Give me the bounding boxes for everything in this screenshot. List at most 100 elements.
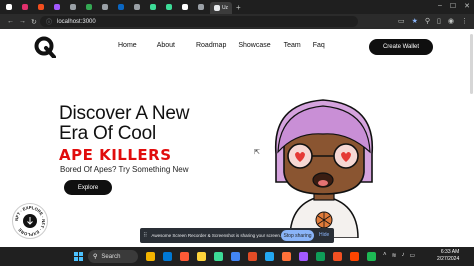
- address-bar: ← → ↻ ⓘ localhost:3000 ▭ ★ ⚲ ▯ ◉ ⋮: [0, 14, 474, 29]
- browser-tab[interactable]: [162, 2, 176, 12]
- hero-title: Discover A New Era Of Cool: [59, 104, 249, 144]
- site-logo[interactable]: [34, 36, 56, 58]
- active-tab[interactable]: Uz: [210, 2, 232, 14]
- browser-tab[interactable]: [82, 2, 96, 12]
- share-message: Awesome Screen Recorder & Screenshot is …: [151, 233, 282, 238]
- create-wallet-button[interactable]: Create Wallet: [369, 39, 433, 55]
- site-info-icon[interactable]: ⓘ: [46, 17, 52, 26]
- cast-icon[interactable]: ▭: [398, 17, 405, 25]
- browser-tab[interactable]: [66, 2, 80, 12]
- page-scrollbar[interactable]: [470, 34, 473, 94]
- battery-icon[interactable]: ▭: [410, 252, 416, 259]
- figma-icon: [54, 4, 60, 10]
- taskbar-app-icon[interactable]: [180, 252, 189, 261]
- taskbar-app-icon[interactable]: [163, 252, 172, 261]
- ape-character-illustration: [274, 99, 374, 238]
- chevron-up-icon[interactable]: ˄: [383, 252, 387, 259]
- bookmark-star-icon[interactable]: ★: [412, 17, 418, 25]
- taskbar-app-icon[interactable]: [299, 252, 308, 261]
- explore-button[interactable]: Explore: [64, 180, 112, 195]
- browser-tab[interactable]: [2, 2, 16, 12]
- system-tray: ˄ ≋ ♪ ▭: [383, 252, 415, 259]
- diamond-icon: [166, 4, 172, 10]
- nav-team[interactable]: Team: [284, 42, 301, 49]
- minimize-icon[interactable]: –: [438, 2, 442, 10]
- clock-date: 2/27/2024: [437, 256, 460, 262]
- drag-handle-icon[interactable]: ⠿: [143, 232, 147, 239]
- tab-favicon-icon: [213, 5, 220, 11]
- page-icon: [86, 4, 92, 10]
- nav-home[interactable]: Home: [118, 42, 137, 49]
- menu-icon[interactable]: ⋮: [461, 17, 468, 25]
- windows-taskbar: ⚲ Search ˄ ≋ ♪ ▭ 6:33 AM 2/27/2024: [0, 247, 474, 266]
- browser-tab[interactable]: [50, 2, 64, 12]
- browser-tab[interactable]: [178, 2, 192, 12]
- taskbar-app-icon[interactable]: [248, 252, 257, 261]
- taskbar-search[interactable]: ⚲ Search: [88, 250, 138, 263]
- stop-sharing-button[interactable]: Stop sharing: [281, 230, 314, 241]
- browser-tab[interactable]: [114, 2, 128, 12]
- browser-tab[interactable]: [34, 2, 48, 12]
- hero-accent-text: APE KILLERS: [59, 146, 172, 164]
- url-field[interactable]: ⓘ localhost:3000: [40, 16, 358, 27]
- taskbar-apps: [146, 252, 376, 261]
- nav-about[interactable]: About: [157, 42, 175, 49]
- rotating-badge[interactable]: NFT · EXPLORE · NFT · EXPLORE: [12, 203, 48, 239]
- browser-tab[interactable]: [130, 2, 144, 12]
- browser-tab[interactable]: [18, 2, 32, 12]
- diamond-icon: [150, 4, 156, 10]
- search-icon: ⚲: [93, 254, 98, 260]
- forward-icon[interactable]: →: [19, 18, 26, 25]
- volume-icon[interactable]: ♪: [402, 252, 405, 259]
- linkedin-icon: [118, 4, 124, 10]
- tab-list: [0, 2, 208, 12]
- url-text: localhost:3000: [57, 18, 96, 25]
- taskbar-app-icon[interactable]: [197, 252, 206, 261]
- browser-tab[interactable]: [98, 2, 112, 12]
- hero-title-line-2: Era Of Cool: [59, 123, 157, 144]
- close-icon[interactable]: ✕: [464, 2, 470, 10]
- hero-subtitle: Bored Of Apes? Try Something New: [60, 165, 189, 174]
- browser-tab[interactable]: [146, 2, 160, 12]
- sidebar-icon[interactable]: ▯: [437, 17, 441, 25]
- hide-button[interactable]: Hide: [319, 232, 329, 238]
- profile-icon[interactable]: ◉: [448, 17, 454, 25]
- page-icon: [198, 4, 204, 10]
- taskbar-app-icon[interactable]: [282, 252, 291, 261]
- page-icon: [134, 4, 140, 10]
- mouse-cursor-icon: ⇱: [254, 149, 260, 156]
- taskbar-app-icon[interactable]: [333, 252, 342, 261]
- taskbar-clock[interactable]: 6:33 AM 2/27/2024: [437, 249, 459, 263]
- browser-tab[interactable]: [194, 2, 208, 12]
- browser-tab-strip: Uz + – ☐ ✕: [0, 0, 474, 14]
- taskbar-app-icon[interactable]: [214, 252, 223, 261]
- nav-faq[interactable]: Faq: [313, 42, 325, 49]
- page-icon: [102, 4, 108, 10]
- clock-time: 6:33 AM: [440, 249, 460, 255]
- taskbar-app-icon[interactable]: [146, 252, 155, 261]
- taskbar-app-icon[interactable]: [350, 252, 359, 261]
- wifi-icon[interactable]: ≋: [392, 252, 397, 259]
- reload-icon[interactable]: ↻: [31, 18, 37, 26]
- new-tab-button[interactable]: +: [236, 3, 241, 12]
- taskbar-app-icon[interactable]: [231, 252, 240, 261]
- instagram-icon: [22, 4, 28, 10]
- nav-roadmap[interactable]: Roadmap: [196, 42, 226, 49]
- extensions-icon[interactable]: ⚲: [425, 17, 430, 25]
- window-controls: – ☐ ✕: [438, 2, 470, 10]
- figma-icon: [38, 4, 44, 10]
- hero-title-line-1: Discover A New: [59, 103, 190, 124]
- main-nav: Home About Roadmap Showcase Team Faq: [118, 42, 325, 49]
- taskbar-app-icon[interactable]: [265, 252, 274, 261]
- nav-showcase[interactable]: Showcase: [238, 42, 270, 49]
- taskbar-app-icon[interactable]: [367, 252, 376, 261]
- maximize-icon[interactable]: ☐: [450, 2, 456, 10]
- taskbar-app-icon[interactable]: [316, 252, 325, 261]
- back-icon[interactable]: ←: [7, 18, 14, 25]
- windows-start-icon[interactable]: [74, 252, 83, 261]
- x-icon: [6, 4, 12, 10]
- screen-share-notification: ⠿ Awesome Screen Recorder & Screenshot i…: [140, 228, 334, 243]
- taskbar-search-label: Search: [101, 253, 121, 260]
- page-icon: [70, 4, 76, 10]
- github-icon: [182, 4, 188, 10]
